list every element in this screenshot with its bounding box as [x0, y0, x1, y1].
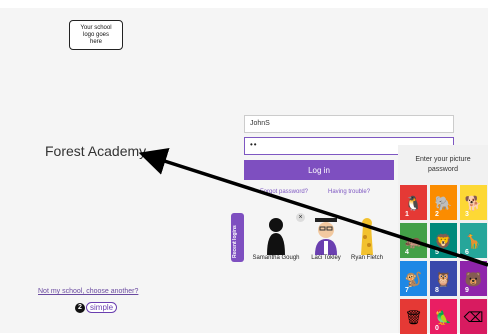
logo-line-3: here — [89, 38, 102, 45]
picture-tile-trash[interactable]: 🗑 — [400, 299, 427, 334]
picture-password-title-line-1: Enter your picture — [415, 156, 471, 163]
picture-keypad: 🐧 1 🐘 2 🐕 3 🦛 4 🦁 5 🦒 6 🐒 7 🦉 8 🐻 9 🗑 🦜 0 ⌫ — [400, 185, 487, 334]
giraffe-icon: 🦒 — [464, 232, 483, 249]
change-school-link[interactable]: Not my school, choose another? — [38, 288, 138, 295]
user-silhouette-icon — [267, 218, 285, 255]
hippo-icon: 🦛 — [404, 232, 423, 249]
dog-icon: 🐕 — [464, 194, 483, 211]
lion-icon: 🦁 — [434, 232, 453, 249]
picture-tile-8[interactable]: 🦉 8 — [430, 261, 457, 296]
picture-tile-3[interactable]: 🐕 3 — [460, 185, 487, 220]
logo-line-1: Your school — [80, 24, 112, 31]
elephant-icon: 🐘 — [434, 194, 453, 211]
picture-tile-7[interactable]: 🐒 7 — [400, 261, 427, 296]
forgot-password-link[interactable]: Forgot password? — [260, 189, 308, 195]
recent-user-name: Laci Tokley — [311, 255, 341, 261]
logo-line-2: logo goes — [82, 31, 110, 38]
bear-icon: 🐻 — [464, 270, 483, 287]
owl-icon: 🦉 — [434, 270, 453, 287]
backspace-icon: ⌫ — [463, 308, 484, 325]
recent-user-samantha[interactable]: Samantha Gough — [250, 215, 302, 265]
trash-icon: 🗑 — [404, 308, 423, 325]
recent-user-name: Samantha Gough — [252, 255, 300, 261]
picture-tile-4[interactable]: 🦛 4 — [400, 223, 427, 258]
brand-word: simple — [86, 302, 118, 313]
tile-number: 7 — [405, 287, 409, 294]
having-trouble-link[interactable]: Having trouble? — [328, 189, 370, 195]
picture-tile-5[interactable]: 🦁 5 — [430, 223, 457, 258]
recent-logins-tab[interactable]: Recent logins — [231, 213, 244, 262]
picture-tile-1[interactable]: 🐧 1 — [400, 185, 427, 220]
top-strip — [0, 0, 488, 8]
giraffe-avatar-icon — [361, 218, 373, 255]
page: Your school logo goes here Forest Academ… — [0, 0, 488, 334]
picture-tile-9[interactable]: 🐻 9 — [460, 261, 487, 296]
brand-mark: 2 — [75, 302, 85, 313]
picture-password-title-line-2: password — [428, 166, 458, 173]
tile-number: 4 — [405, 249, 409, 256]
brand-logo: 2 simple — [75, 302, 118, 313]
login-button[interactable]: Log in — [244, 160, 394, 180]
picture-tile-6[interactable]: 🦒 6 — [460, 223, 487, 258]
recent-user-ryan[interactable]: Ryan Fletch — [347, 215, 387, 265]
tile-number: 5 — [435, 249, 439, 256]
tile-number: 8 — [435, 287, 439, 294]
tile-number: 2 — [435, 211, 439, 218]
tile-number: 0 — [435, 325, 439, 332]
remove-user-icon[interactable]: × — [296, 213, 305, 222]
picture-tile-0[interactable]: 🦜 0 — [430, 299, 457, 334]
tile-number: 9 — [465, 287, 469, 294]
graduate-avatar-icon — [315, 218, 337, 255]
penguin-icon: 🐧 — [404, 194, 423, 211]
recent-user-name: Ryan Fletch — [350, 255, 383, 261]
tile-number: 6 — [465, 249, 469, 256]
picture-tile-2[interactable]: 🐘 2 — [430, 185, 457, 220]
picture-password-title: Enter your picture password — [398, 155, 488, 175]
monkey-icon: 🐒 — [404, 270, 423, 287]
school-name: Forest Academy — [45, 143, 147, 159]
recent-logins-label: Recent logins — [232, 225, 238, 258]
recent-user-laci[interactable]: Laci Tokley — [305, 215, 347, 265]
tile-number: 3 — [465, 211, 469, 218]
school-logo-placeholder: Your school logo goes here — [69, 20, 123, 50]
username-field[interactable]: JohnS — [244, 115, 454, 133]
picture-tile-backspace[interactable]: ⌫ — [460, 299, 487, 334]
school-panel — [0, 8, 240, 333]
parrot-icon: 🦜 — [434, 308, 453, 325]
tile-number: 1 — [405, 211, 409, 218]
picture-password-panel: Enter your picture password 🐧 1 🐘 2 🐕 3 🦛 4 🦁 5 🦒 6… — [398, 145, 488, 334]
